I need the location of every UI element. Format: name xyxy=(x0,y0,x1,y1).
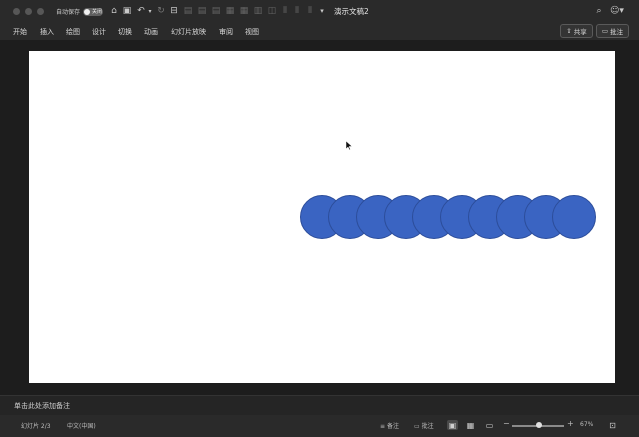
comments-button[interactable]: ▭ 批注 xyxy=(596,24,629,38)
comments-toggle-button[interactable]: ▭ 批注 xyxy=(414,421,434,430)
home-icon[interactable]: ⌂ xyxy=(109,5,119,17)
status-bar: 幻灯片 2/3 中文(中国) ≡ 备注 ▭ 批注 ▣ ▦ ▭ − + 67% ⊡ xyxy=(0,415,639,437)
title-bar: 自动保存 关闭 ⌂ ▣ ↶ ▾ ↻ ⊟ ▤ ▤ ▤ ▦ ▦ ▥ ◫ ⫴ ⫴ ⫴ … xyxy=(0,0,639,22)
zoom-in-button[interactable]: + xyxy=(567,419,574,428)
rotate-icon[interactable]: ◫ xyxy=(267,5,277,17)
slide-indicator: 幻灯片 2/3 xyxy=(21,423,51,430)
search-icon[interactable]: ⌕ xyxy=(594,5,604,17)
autosave-label: 自动保存 xyxy=(56,9,81,16)
tab-slideshow[interactable]: 幻灯片放映 xyxy=(171,27,206,37)
tab-transitions[interactable]: 切换 xyxy=(118,27,132,37)
group-icon[interactable]: ▦ xyxy=(239,5,249,17)
reading-view-icon[interactable]: ▭ xyxy=(484,420,495,430)
zoom-window-button[interactable] xyxy=(37,8,44,15)
mouse-pointer-icon xyxy=(346,141,353,151)
align-center-icon[interactable]: ⫴ xyxy=(292,5,302,17)
slide-canvas[interactable] xyxy=(29,51,615,383)
zoom-slider-handle[interactable] xyxy=(536,422,542,428)
customize-toolbar-icon[interactable]: ▾ xyxy=(318,5,326,17)
tab-home[interactable]: 开始 xyxy=(13,27,27,37)
close-window-button[interactable] xyxy=(13,8,20,15)
tab-view[interactable]: 视图 xyxy=(245,27,259,37)
comments-toggle-label: 批注 xyxy=(421,423,434,430)
minimize-window-button[interactable] xyxy=(25,8,32,15)
undo-dropdown-icon[interactable]: ▾ xyxy=(147,5,153,17)
format-painter-icon[interactable]: ⊟ xyxy=(169,5,179,17)
tab-design[interactable]: 设计 xyxy=(92,27,106,37)
tab-review[interactable]: 审阅 xyxy=(219,27,233,37)
share-button[interactable]: ⇪ 共享 xyxy=(560,24,593,38)
normal-view-icon[interactable]: ▣ xyxy=(447,420,458,430)
align-middle-icon[interactable]: ▤ xyxy=(197,5,207,17)
autosave-toggle[interactable]: 关闭 xyxy=(83,8,103,16)
align-left-icon[interactable]: ⫴ xyxy=(280,5,290,17)
fit-slide-icon[interactable]: ⊡ xyxy=(607,420,618,430)
notes-toggle-button[interactable]: ≡ 备注 xyxy=(380,421,399,430)
redo-icon[interactable]: ↻ xyxy=(156,5,166,17)
account-icon[interactable]: ☺▾ xyxy=(610,5,624,17)
tab-draw[interactable]: 绘图 xyxy=(66,27,80,37)
align-bottom-icon[interactable]: ▤ xyxy=(211,5,221,17)
language-indicator[interactable]: 中文(中国) xyxy=(67,421,96,430)
notes-pane[interactable]: 单击此处添加备注 xyxy=(0,395,639,416)
comments-label: 批注 xyxy=(610,28,624,36)
autosave-state: 关闭 xyxy=(92,9,103,15)
zoom-out-button[interactable]: − xyxy=(503,419,510,428)
comment-icon: ▭ xyxy=(601,27,609,35)
distribute-icon[interactable]: ▥ xyxy=(253,5,263,17)
notes-icon: ≡ xyxy=(380,423,386,430)
comment-icon: ▭ xyxy=(414,423,420,430)
notes-placeholder: 单击此处添加备注 xyxy=(14,402,70,410)
tab-animations[interactable]: 动画 xyxy=(144,27,158,37)
align-top-icon[interactable]: ▤ xyxy=(183,5,193,17)
undo-icon[interactable]: ↶ xyxy=(136,5,146,17)
align-right-icon[interactable]: ⫴ xyxy=(305,5,315,17)
ribbon-tabs: 开始 插入 绘图 设计 切换 动画 幻灯片放映 审阅 视图 ⇪ 共享 ▭ 批注 xyxy=(0,22,639,41)
zoom-level[interactable]: 67% xyxy=(580,421,593,428)
share-label: 共享 xyxy=(573,28,587,36)
document-title: 演示文稿2 xyxy=(334,7,369,16)
toggle-knob xyxy=(84,9,90,15)
circle-shape[interactable] xyxy=(552,195,596,239)
slide-sorter-icon[interactable]: ▦ xyxy=(465,420,476,430)
arrange-icon[interactable]: ▦ xyxy=(225,5,235,17)
notes-toggle-label: 备注 xyxy=(386,423,399,430)
save-icon[interactable]: ▣ xyxy=(122,5,132,17)
tab-insert[interactable]: 插入 xyxy=(40,27,54,37)
share-icon: ⇪ xyxy=(566,27,572,35)
